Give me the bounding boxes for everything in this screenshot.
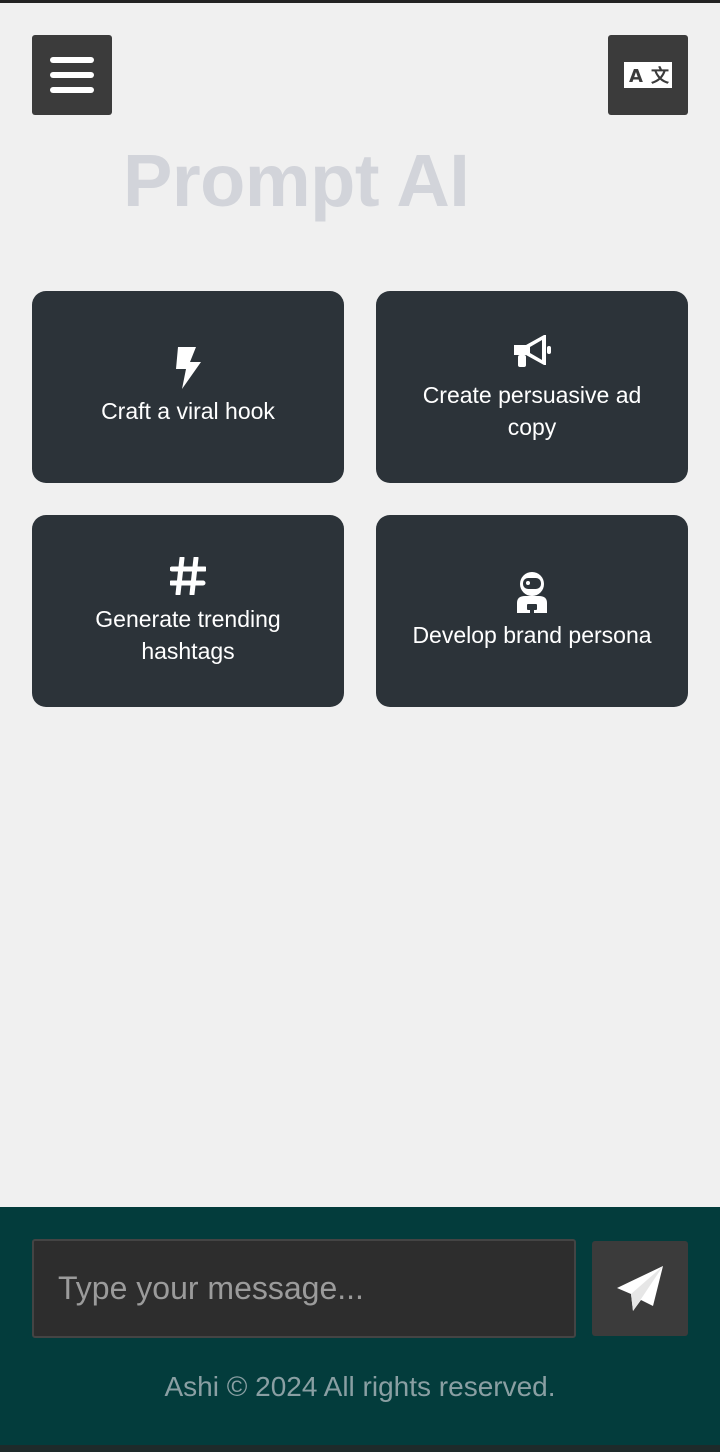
menu-button[interactable] <box>32 35 112 115</box>
suggestion-label: Create persuasive ad copy <box>422 382 642 440</box>
suggestion-card-brand-persona[interactable]: Develop brand persona <box>376 515 688 707</box>
megaphone-icon <box>512 331 552 373</box>
message-input[interactable] <box>32 1239 576 1338</box>
svg-text:A: A <box>629 66 643 87</box>
suggestion-label: Develop brand persona <box>412 622 652 648</box>
page-title: Prompt AI <box>123 139 470 222</box>
paper-plane-icon <box>617 1265 663 1311</box>
translate-icon: A 文 <box>624 62 672 88</box>
composer-footer: Ashi © 2024 All rights reserved. <box>0 1207 720 1445</box>
suggestion-card-hashtags[interactable]: Generate trending hashtags <box>32 515 344 707</box>
hamburger-menu-icon <box>50 57 94 93</box>
svg-text:文: 文 <box>651 65 670 87</box>
suggestion-card-ad-copy[interactable]: Create persuasive ad copy <box>376 291 688 483</box>
astronaut-icon <box>512 571 552 613</box>
bottom-border <box>0 1445 720 1452</box>
suggestion-label: Craft a viral hook <box>101 398 275 424</box>
suggestion-card-viral-hook[interactable]: Craft a viral hook <box>32 291 344 483</box>
hashtag-icon <box>168 555 208 597</box>
send-button[interactable] <box>592 1241 688 1336</box>
suggestion-label: Generate trending hashtags <box>95 606 281 664</box>
app-page: A 文 Prompt AI Craft a viral hook Create … <box>0 0 720 1452</box>
bolt-icon <box>168 347 208 389</box>
copyright-text: Ashi © 2024 All rights reserved. <box>164 1371 556 1402</box>
top-border <box>0 0 720 3</box>
translate-button[interactable]: A 文 <box>608 35 688 115</box>
